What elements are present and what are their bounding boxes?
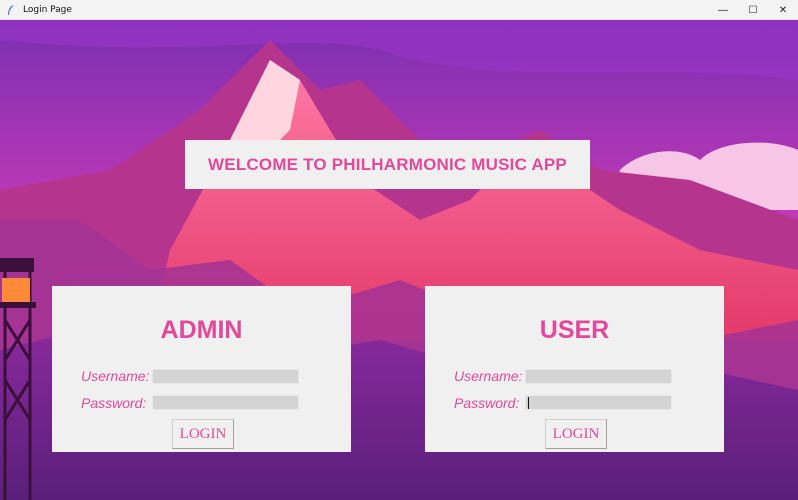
admin-username-label: Username: <box>81 368 150 384</box>
feather-icon <box>5 4 17 16</box>
user-login-panel: USER Username: Password: LOGIN <box>425 286 724 452</box>
admin-username-input[interactable] <box>152 369 299 384</box>
user-username-label: Username: <box>454 368 523 384</box>
maximize-button[interactable]: ☐ <box>738 0 768 20</box>
title-bar: Login Page — ☐ ✕ <box>0 0 798 20</box>
welcome-banner: WELCOME TO PHILHARMONIC MUSIC APP <box>185 140 590 189</box>
window-controls: — ☐ ✕ <box>708 0 798 20</box>
login-window: Login Page — ☐ ✕ WELCOME TO PHILHARMONIC… <box>0 0 798 500</box>
window-title: Login Page <box>23 4 72 15</box>
admin-password-input[interactable] <box>152 395 299 410</box>
user-heading: USER <box>539 316 610 344</box>
minimize-button[interactable]: — <box>708 0 738 20</box>
admin-login-panel: ADMIN Username: Password: LOGIN <box>52 286 351 452</box>
admin-password-label: Password: <box>81 395 147 411</box>
user-password-label: Password: <box>454 395 520 411</box>
user-login-button[interactable]: LOGIN <box>545 419 607 449</box>
close-button[interactable]: ✕ <box>768 0 798 20</box>
admin-heading: ADMIN <box>160 316 243 344</box>
text-caret <box>528 397 529 409</box>
admin-login-button[interactable]: LOGIN <box>172 419 234 449</box>
user-password-input[interactable] <box>525 395 672 410</box>
user-username-input[interactable] <box>525 369 672 384</box>
